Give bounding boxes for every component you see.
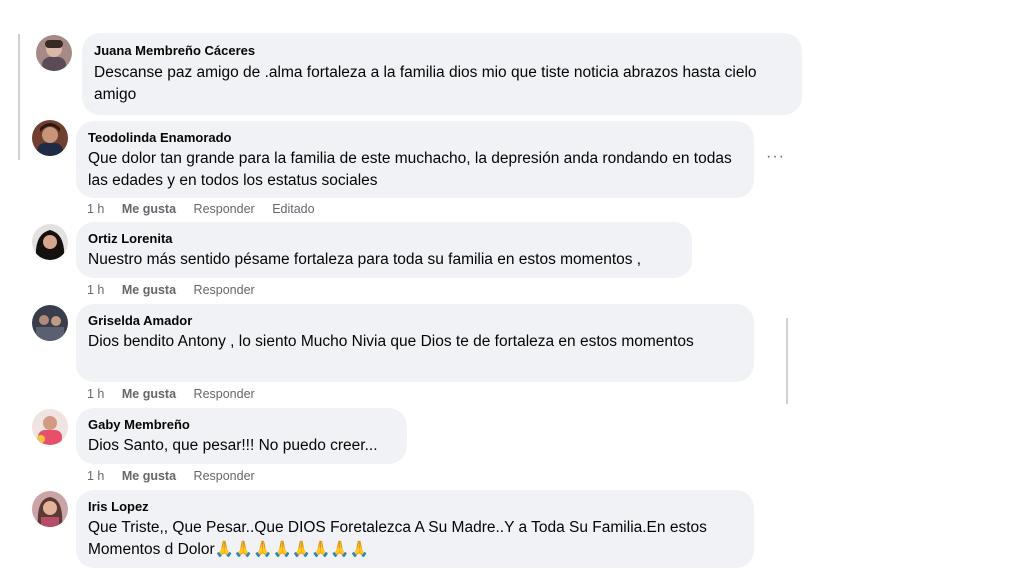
avatar[interactable] — [32, 491, 68, 527]
comment-text: Que dolor tan grande para la familia de … — [88, 150, 737, 189]
comment-bubble: Teodolinda Enamorado Que dolor tan grand… — [76, 121, 754, 198]
comment-timestamp[interactable]: 1 h — [87, 202, 104, 216]
reply-button[interactable]: Responder — [194, 387, 255, 401]
comments-page: Juana Membreño Cáceres Descanse paz amig… — [0, 0, 1024, 576]
avatar[interactable] — [32, 305, 68, 341]
avatar-photo-icon — [32, 491, 68, 527]
comment-author[interactable]: Gaby Membreño — [88, 417, 395, 433]
comment-text: Dios Santo, que pesar!!! No puedo creer.… — [88, 437, 378, 454]
comment-author[interactable]: Griselda Amador — [88, 313, 742, 329]
comment-actions: 1 h Me gusta Responder — [87, 386, 269, 402]
comment-bubble: Griselda Amador Dios bendito Antony , lo… — [76, 304, 754, 382]
reply-button[interactable]: Responder — [194, 202, 255, 216]
avatar[interactable] — [32, 409, 68, 445]
comment-timestamp[interactable]: 1 h — [87, 469, 104, 483]
like-button[interactable]: Me gusta — [122, 469, 176, 483]
avatar-photo-icon — [32, 224, 68, 260]
avatar-photo-icon — [32, 305, 68, 341]
comment-author[interactable]: Juana Membreño Cáceres — [94, 43, 790, 59]
like-button[interactable]: Me gusta — [122, 387, 176, 401]
like-button[interactable]: Me gusta — [122, 283, 176, 297]
reply-button[interactable]: Responder — [194, 469, 255, 483]
comment-bubble: Gaby Membreño Dios Santo, que pesar!!! N… — [76, 408, 407, 464]
comment-text: Descanse paz amigo de .alma fortaleza a … — [94, 64, 761, 103]
comment-text: Que Triste,, Que Pesar..Que DIOS Foretal… — [88, 519, 712, 558]
reply-button[interactable]: Responder — [194, 283, 255, 297]
more-options-icon[interactable]: ··· — [766, 148, 785, 166]
thread-line — [18, 34, 20, 160]
comment-text: Dios bendito Antony , lo siento Mucho Ni… — [88, 333, 694, 350]
avatar[interactable] — [32, 224, 68, 260]
comment-bubble: Ortiz Lorenita Nuestro más sentido pésam… — [76, 222, 692, 278]
edited-label[interactable]: Editado — [272, 202, 314, 216]
comment-author[interactable]: Iris Lopez — [88, 499, 742, 515]
avatar-photo-icon — [36, 35, 72, 71]
avatar[interactable] — [32, 120, 68, 156]
comment-timestamp[interactable]: 1 h — [87, 387, 104, 401]
comment-actions: 1 h Me gusta Responder — [87, 468, 269, 484]
comment-author[interactable]: Ortiz Lorenita — [88, 231, 680, 247]
comment-bubble: Juana Membreño Cáceres Descanse paz amig… — [82, 33, 802, 115]
comment-actions: 1 h Me gusta Responder — [87, 282, 269, 298]
like-button[interactable]: Me gusta — [122, 202, 176, 216]
avatar[interactable] — [36, 35, 72, 71]
comment-text: Nuestro más sentido pésame fortaleza par… — [88, 251, 642, 268]
comment-actions: 1 h Me gusta Responder Editado — [87, 201, 329, 217]
comment-timestamp[interactable]: 1 h — [87, 283, 104, 297]
scroll-indicator-line — [786, 318, 788, 404]
avatar-photo-icon — [32, 409, 68, 445]
comment-bubble: Iris Lopez Que Triste,, Que Pesar..Que D… — [76, 490, 754, 568]
avatar-photo-icon — [32, 120, 68, 156]
comment-author[interactable]: Teodolinda Enamorado — [88, 130, 742, 146]
